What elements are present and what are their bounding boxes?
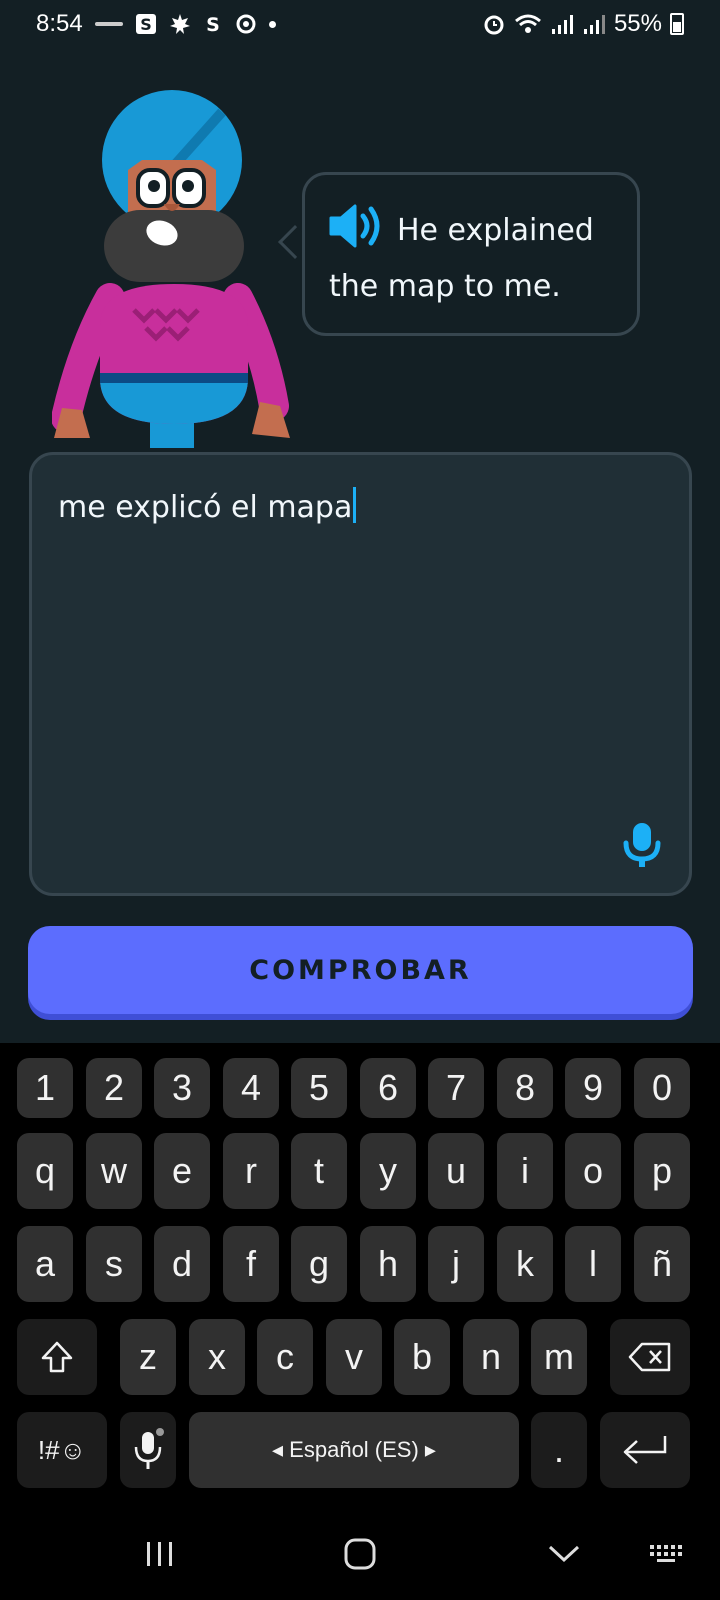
- keyboard-switch-button[interactable]: [638, 1528, 698, 1580]
- backspace-key[interactable]: [610, 1319, 690, 1395]
- answer-input[interactable]: me explicó el mapa: [29, 452, 692, 896]
- key-c[interactable]: c: [257, 1319, 313, 1395]
- key-o[interactable]: o: [565, 1133, 621, 1209]
- period-key[interactable]: .: [531, 1412, 587, 1488]
- shift-icon: [41, 1341, 73, 1373]
- key-r[interactable]: r: [223, 1133, 279, 1209]
- wifi-icon: [514, 13, 542, 35]
- home-icon: [344, 1538, 376, 1570]
- key-3[interactable]: 3: [154, 1058, 210, 1118]
- key-q[interactable]: q: [17, 1133, 73, 1209]
- space-bar[interactable]: ◂ Español (ES) ▸: [189, 1412, 519, 1488]
- key-6[interactable]: 6: [360, 1058, 416, 1118]
- key-2[interactable]: 2: [86, 1058, 142, 1118]
- key-5[interactable]: 5: [291, 1058, 347, 1118]
- key-k[interactable]: k: [497, 1226, 553, 1302]
- key-f[interactable]: f: [223, 1226, 279, 1302]
- key-b[interactable]: b: [394, 1319, 450, 1395]
- alarm-icon: [482, 12, 506, 36]
- prompt-line-2: the map to me.: [329, 269, 561, 304]
- key-m[interactable]: m: [531, 1319, 587, 1395]
- answer-text: me explicó el mapa: [58, 490, 353, 525]
- recent-apps-icon: [147, 1542, 172, 1566]
- key-9[interactable]: 9: [565, 1058, 621, 1118]
- voice-input-key[interactable]: [120, 1412, 176, 1488]
- key-1[interactable]: 1: [17, 1058, 73, 1118]
- s-logo-icon: S: [203, 13, 223, 35]
- speaker-icon[interactable]: [329, 204, 385, 248]
- check-button[interactable]: COMPROBAR: [28, 926, 693, 1014]
- key-x[interactable]: x: [189, 1319, 245, 1395]
- signal-icon-2: [582, 13, 606, 35]
- key-i[interactable]: i: [497, 1133, 553, 1209]
- key-p[interactable]: p: [634, 1133, 690, 1209]
- key-e[interactable]: e: [154, 1133, 210, 1209]
- sync-icon: [235, 13, 257, 35]
- key-g[interactable]: g: [291, 1226, 347, 1302]
- key-4[interactable]: 4: [223, 1058, 279, 1118]
- signal-icon: [550, 13, 574, 35]
- key-n[interactable]: n: [463, 1319, 519, 1395]
- battery-icon: [670, 13, 684, 35]
- s-app-icon: S: [135, 13, 157, 35]
- key-l[interactable]: l: [565, 1226, 621, 1302]
- shift-key[interactable]: [17, 1319, 97, 1395]
- enter-icon: [623, 1436, 667, 1464]
- key-u[interactable]: u: [428, 1133, 484, 1209]
- status-time: 8:54: [36, 10, 83, 37]
- chevron-down-icon: [548, 1545, 580, 1563]
- prompt-bubble: He explained the map to me.: [302, 172, 640, 336]
- battery-percent: 55%: [613, 10, 662, 37]
- svg-text:S: S: [140, 15, 152, 34]
- text-caret: [353, 487, 357, 523]
- prompt-text: He explained the map to me.: [329, 203, 613, 315]
- key-d[interactable]: d: [154, 1226, 210, 1302]
- key-n-tilde[interactable]: ñ: [634, 1226, 690, 1302]
- key-8[interactable]: 8: [497, 1058, 553, 1118]
- recent-apps-button[interactable]: [130, 1528, 190, 1580]
- more-notifications-icon: [268, 20, 276, 28]
- key-w[interactable]: w: [86, 1133, 142, 1209]
- microphone-icon[interactable]: [623, 823, 661, 867]
- maple-leaf-icon: [169, 13, 191, 35]
- symbols-key[interactable]: !#☺: [17, 1412, 107, 1488]
- prompt-line-1: He explained: [397, 213, 594, 248]
- key-v[interactable]: v: [326, 1319, 382, 1395]
- enter-key[interactable]: [600, 1412, 690, 1488]
- key-s[interactable]: s: [86, 1226, 142, 1302]
- key-h[interactable]: h: [360, 1226, 416, 1302]
- navigation-bar: [0, 1508, 720, 1600]
- character-illustration: [51, 88, 296, 448]
- notification-icon: [94, 19, 123, 29]
- microphone-key-icon: [134, 1428, 164, 1469]
- key-t[interactable]: t: [291, 1133, 347, 1209]
- home-button[interactable]: [330, 1528, 390, 1580]
- key-a[interactable]: a: [17, 1226, 73, 1302]
- keyboard: 1 2 3 4 5 6 7 8 9 0 q w e r t y u i o p …: [0, 1043, 720, 1508]
- status-bar: 8:54 S S 55%: [0, 0, 720, 48]
- key-7[interactable]: 7: [428, 1058, 484, 1118]
- key-j[interactable]: j: [428, 1226, 484, 1302]
- keyboard-icon: [650, 1545, 682, 1562]
- key-0[interactable]: 0: [634, 1058, 690, 1118]
- backspace-icon: [628, 1342, 671, 1372]
- svg-text:S: S: [206, 14, 220, 35]
- answer-text-wrapper: me explicó el mapa: [58, 485, 663, 531]
- key-z[interactable]: z: [120, 1319, 176, 1395]
- back-button[interactable]: [534, 1528, 594, 1580]
- key-y[interactable]: y: [360, 1133, 416, 1209]
